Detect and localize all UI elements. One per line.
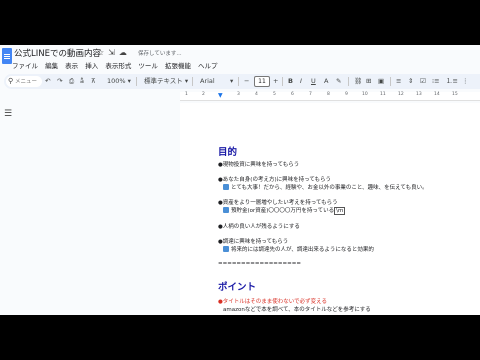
comment-icon[interactable]: ⊞: [366, 75, 371, 88]
ruler-mark: 6: [291, 92, 294, 97]
checklist-icon[interactable]: ☑: [420, 75, 426, 88]
spellcheck-icon[interactable]: ẫ: [80, 75, 84, 88]
ruler-mark: 14: [434, 92, 440, 97]
paragraph-text: とても大事！だから、経験や、お金以外の事業のこと、趣味、を伝えても良い。: [231, 185, 428, 191]
link-icon[interactable]: ⛓: [354, 75, 362, 88]
paragraph-line: ●あなた自身(の考え方)に興味を持ってもらう: [218, 177, 332, 183]
menu-insert[interactable]: 挿入: [85, 62, 98, 70]
more-options-icon[interactable]: ⋮: [462, 75, 469, 88]
zoom-select[interactable]: 100% ▾: [107, 75, 131, 88]
ruler-mark: 2: [202, 92, 205, 97]
menu-help[interactable]: ヘルプ: [198, 62, 218, 70]
ruler-mark: 3: [237, 92, 240, 97]
bullet-list-icon[interactable]: ⁝≡: [432, 75, 440, 88]
underline-icon[interactable]: U: [311, 75, 316, 88]
numbered-list-icon[interactable]: ⒈≡: [446, 75, 458, 88]
ruler-mark: 15: [452, 92, 458, 97]
zoom-value: 100%: [107, 77, 126, 85]
paragraph-line: amazonなどで本を調べて、本のタイトルなどを参考にする: [223, 307, 371, 313]
save-status: 保存しています...: [138, 51, 182, 57]
heading-purpose: 目的: [218, 147, 238, 158]
ruler-mark: 8: [327, 92, 330, 97]
menu-bar: ファイル 編集 表示 挿入 表示形式 ツール 拡張機能 ヘルプ: [12, 60, 223, 70]
ruler-mark: 5: [273, 92, 276, 97]
paragraph-line: とても大事！だから、経験や、お金以外の事業のこと、趣味、を伝えても良い。: [223, 183, 428, 191]
font-size-input[interactable]: 11: [254, 76, 270, 87]
menu-view[interactable]: 表示: [65, 62, 78, 70]
ruler-mark: 11: [380, 92, 386, 97]
undo-icon[interactable]: ↶: [45, 75, 50, 88]
paragraph-text: 将来的には調達先の人が、調達出来るようになると効果的: [231, 247, 374, 253]
font-size-minus-button[interactable]: −: [244, 75, 249, 88]
menu-edit[interactable]: 編集: [45, 62, 58, 70]
ruler-mark: 12: [398, 92, 404, 97]
ruler-mark: 10: [362, 92, 368, 97]
arrow-emoji-icon: [223, 184, 229, 190]
document-title[interactable]: 公式LINEでの動画内容: [14, 47, 101, 59]
star-icon[interactable]: ☆: [97, 48, 108, 57]
paragraph-text: 預貯金(or資産)〇〇〇〇万円を持っている: [231, 208, 335, 214]
cloud-status-icon[interactable]: ☁: [119, 48, 131, 57]
ruler-mark: 13: [416, 92, 422, 97]
style-select[interactable]: 標準テキスト ▾: [144, 75, 188, 88]
style-value: 標準テキスト: [144, 77, 183, 85]
title-icons: ☆⇲☁: [97, 48, 131, 57]
menu-format[interactable]: 表示形式: [105, 62, 131, 70]
line-spacing-icon[interactable]: ⇕: [408, 75, 413, 88]
title-bar: 公式LINEでの動画内容 ☆⇲☁ 保存しています... ファイル 編集 表示 挿…: [0, 45, 480, 71]
image-icon[interactable]: ▣: [378, 75, 384, 88]
divider-line: ==================: [218, 261, 301, 267]
paragraph-line: ●タイトルはそのまま使わないで必ず変える: [218, 299, 327, 305]
paint-format-icon[interactable]: ⊼: [91, 75, 96, 88]
menu-search-input[interactable]: [15, 77, 41, 86]
font-select[interactable]: Arial: [200, 75, 215, 88]
paragraph-line: 将来的には調達先の人が、調達出来るようになると効果的: [223, 245, 374, 253]
menu-search[interactable]: ⚲: [6, 76, 42, 87]
font-size-plus-button[interactable]: +: [273, 75, 278, 88]
ruler[interactable]: ▼ 1 2 3 4 5 6 7 8 9 10 11 12 13 14 15: [180, 92, 480, 101]
ruler-mark: 7: [309, 92, 312, 97]
bold-icon[interactable]: B: [288, 75, 293, 88]
document-page[interactable]: 目的 ●現物投資に興味を持ってもらう ●あなた自身(の考え方)に興味を持ってもら…: [180, 103, 480, 315]
ruler-mark: 9: [345, 92, 348, 97]
font-value: Arial: [200, 77, 215, 85]
ruler-mark: 1: [185, 92, 188, 97]
menu-file[interactable]: ファイル: [12, 62, 38, 70]
indent-marker-icon[interactable]: ▼: [218, 93, 223, 99]
text-color-icon[interactable]: A: [324, 75, 328, 88]
heading-points: ポイント: [218, 282, 257, 293]
menu-tools[interactable]: ツール: [138, 62, 158, 70]
arrow-emoji-icon: [223, 207, 229, 213]
document-outline-icon[interactable]: ☰: [4, 109, 12, 119]
search-icon: ⚲: [8, 77, 14, 85]
docs-app: 公式LINEでの動画内容 ☆⇲☁ 保存しています... ファイル 編集 表示 挿…: [0, 45, 480, 315]
toolbar: ⚲ ↶ ↷ ⎙ ẫ ⊼ 100% ▾ 標準テキスト ▾ Arial ▾ − 11…: [4, 74, 480, 89]
highlight-icon[interactable]: ✎: [336, 75, 341, 88]
paragraph-line: ●調達に興味を持ってもらう: [218, 239, 289, 245]
menu-extensions[interactable]: 拡張機能: [165, 62, 191, 70]
chevron-down-icon[interactable]: ▾: [230, 75, 233, 88]
text-cursor-selection[interactable]: \m: [334, 207, 346, 215]
print-icon[interactable]: ⎙: [69, 75, 74, 88]
italic-icon[interactable]: I: [300, 75, 302, 88]
paragraph-line: ●現物投資に興味を持ってもらう: [218, 162, 300, 168]
ruler-mark: 4: [255, 92, 258, 97]
move-folder-icon[interactable]: ⇲: [108, 48, 119, 57]
paragraph-line: 預貯金(or資産)〇〇〇〇万円を持っている \m: [223, 206, 346, 215]
redo-icon[interactable]: ↷: [57, 75, 62, 88]
paragraph-line: ●人柄の良い人が残るようにする: [218, 224, 300, 230]
align-icon[interactable]: ≡: [396, 75, 401, 88]
paragraph-line: ●資産をより一層増やしたい考えを持ってもらう: [218, 200, 338, 206]
arrow-emoji-icon: [223, 246, 229, 252]
docs-logo-icon[interactable]: [2, 48, 12, 64]
